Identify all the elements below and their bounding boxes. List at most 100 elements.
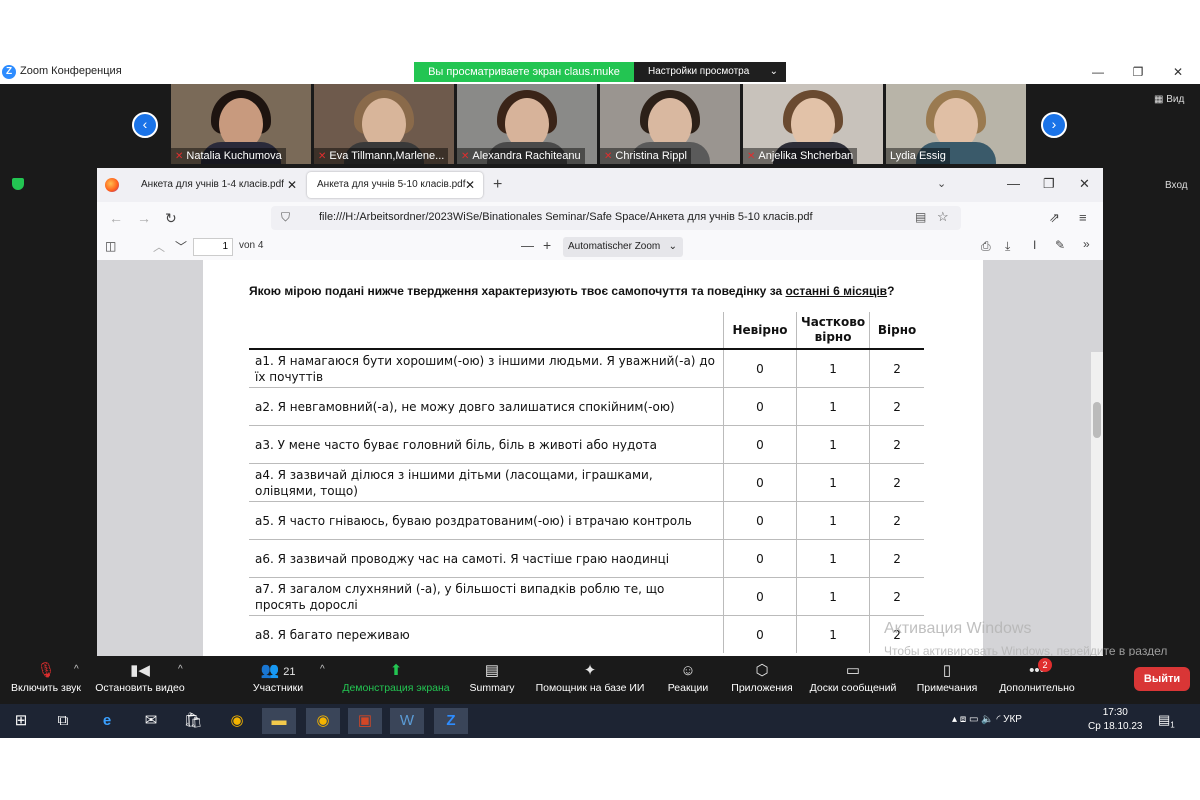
restore-icon[interactable]: ❐ [1128,64,1148,80]
table-row: а4. Я зазвичай ділюся з іншими дітьми (л… [249,463,925,502]
question-text: а2. Я невгамовний(-а), не можу довго зал… [249,387,724,426]
battery-icon[interactable]: ▭ [969,714,978,725]
edge-browser-icon[interactable]: e [90,708,124,734]
zoom-logo-icon: Z [2,65,16,79]
pdf-page: Якою мірою подані нижче твердження харак… [203,260,983,656]
participant-tile[interactable]: ✕ Natalia Kuchumova [171,84,311,164]
zoom-select[interactable]: Automatischer Zoom ⌄ [563,237,683,257]
participant-count: 21 [283,666,296,678]
minimize-icon[interactable]: — [1088,64,1108,80]
whiteboard-icon: ▭ [845,662,861,679]
participant-tile[interactable]: ✕ Alexandra Rachiteanu [457,84,597,164]
apps-button[interactable]: ⬡ Приложения [728,660,796,694]
table-row: а7. Я загалом слухняний (-а), у більшост… [249,577,925,616]
mail-icon[interactable]: ✉ [134,708,168,734]
column-header: Невірно [723,312,797,350]
score-cell: 0 [723,425,797,464]
view-button[interactable]: ▦ Вид [1154,94,1184,105]
security-shield-icon[interactable] [12,178,24,190]
column-header: Вірно [869,312,925,350]
close-tab-icon[interactable]: ✕ [287,172,297,198]
heading-underlined-text: останні 6 місяців [785,284,888,298]
tab-pdf-1-4[interactable]: Анкета для учнів 1-4 класів.pdf ✕ [131,172,305,198]
save-icon[interactable]: ⤓ [1005,239,1010,254]
notes-button[interactable]: ▯ Примечания [914,660,980,694]
participant-tile[interactable]: Lydia Essig [886,84,1026,164]
view-settings-button[interactable]: Настройки просмотра ⌄ [634,62,786,82]
chrome-icon[interactable]: ◉ [306,708,340,734]
file-explorer-icon[interactable]: ▬ [262,708,296,734]
close-tab-icon[interactable]: ✕ [465,172,475,198]
print-icon[interactable]: ⎙ [981,239,991,254]
more-tools-icon[interactable]: » [1083,237,1090,251]
next-page-icon[interactable]: ﹀ [175,238,187,255]
more-button[interactable]: ••• Дополнительно [994,660,1080,694]
clock[interactable]: 17:30 Ср 18.10.23 [1088,706,1143,734]
sidebar-toggle-icon[interactable]: ◫ [105,239,116,253]
stop-video-button[interactable]: ▮◀ Остановить видео [94,660,186,694]
network-status-icon[interactable]: ⧈ [960,714,966,725]
close-icon[interactable]: ✕ [1168,64,1188,80]
tab-label: Анкета для учнів 5-10 класів.pdf [317,179,466,190]
back-icon[interactable]: ← [109,210,123,226]
site-info-shield-icon[interactable]: ⛉ [281,210,290,225]
score-cell: 0 [723,615,797,653]
new-tab-icon[interactable]: + [493,176,502,194]
share-screen-button[interactable]: ⬆ Демонстрация экрана [340,660,452,694]
prev-page-arrow-icon[interactable]: ‹ [132,112,158,138]
menu-icon[interactable]: ≡ [1079,210,1087,225]
next-page-arrow-icon[interactable]: › [1041,112,1067,138]
volume-icon[interactable]: 🔈 [981,714,993,725]
chevron-up-icon[interactable]: ^ [320,664,325,675]
notifications-icon[interactable]: ▤1 [1158,712,1175,730]
whiteboards-button[interactable]: ▭ Доски сообщений [806,660,900,694]
powerpoint-icon[interactable]: ▣ [348,708,382,734]
tab-pdf-5-10[interactable]: Анкета для учнів 5-10 класів.pdf ✕ [307,172,483,198]
task-view-icon[interactable]: ⧉ [46,708,80,734]
unmute-button[interactable]: 🎙 Включить звук [8,660,84,694]
participant-tile[interactable]: ✕ Christina Rippl [600,84,740,164]
participant-tile[interactable]: ✕ Anjelika Shcherban [743,84,883,164]
extensions-icon[interactable]: ⇗ [1049,210,1060,226]
draw-tool-icon[interactable]: ✎ [1055,238,1065,252]
zoom-out-icon[interactable]: — [521,238,534,253]
tab-bar: Анкета для учнів 1-4 класів.pdf ✕ Анкета… [97,168,1103,202]
page-number-input[interactable]: 1 [193,238,233,256]
store-icon[interactable]: 🛍 [176,708,210,734]
reload-icon[interactable]: ↻ [165,210,177,227]
url-field[interactable]: ⛉ file:///H:/Arbeitsordner/2023WiSe/Bina… [271,206,961,230]
previous-page-icon[interactable]: ︿ [153,238,165,255]
chevron-up-icon[interactable]: ^ [74,664,79,675]
reader-view-icon[interactable]: ▤ [915,210,926,224]
chevron-down-icon[interactable]: ⌄ [937,177,946,190]
table-row: а3. У мене часто буває головний біль, бі… [249,425,925,464]
leave-button[interactable]: Выйти [1134,667,1190,691]
minimize-icon[interactable]: — [1007,176,1020,191]
ai-assistant-button[interactable]: ✦ Помощник на базе ИИ [532,660,648,694]
forward-icon[interactable]: → [137,210,151,226]
zoom-app-icon[interactable]: Z [434,708,468,734]
table-row: а1. Я намагаюся бути хорошим(-ою) з інши… [249,348,925,388]
chevron-up-icon[interactable]: ^ [178,664,183,675]
restore-icon[interactable]: ❐ [1043,176,1055,192]
text-tool-icon[interactable]: I [1033,238,1036,252]
windows-start-icon[interactable]: ⊞ [4,708,38,734]
summary-button[interactable]: ▤ Summary [466,660,518,694]
word-icon[interactable]: W [390,708,424,734]
zoom-in-icon[interactable]: + [543,237,551,253]
summary-icon: ▤ [484,662,500,679]
bookmark-star-icon[interactable]: ☆ [937,209,949,225]
chrome-icon[interactable]: ◉ [220,708,254,734]
enter-button[interactable]: Вход [1165,180,1188,191]
participants-button[interactable]: 👥 21 Участники [250,660,306,694]
chevron-up-icon[interactable]: ▴ [952,714,957,725]
participant-tile[interactable]: ✕ Eva Tillmann,Marlene... [314,84,454,164]
reactions-button[interactable]: ☺ Реакции [664,660,712,694]
language-indicator[interactable]: УКР [1003,714,1022,725]
muted-mic-icon: ✕ [747,151,756,162]
ai-assistant-icon: ✦ [583,662,597,679]
close-icon[interactable]: ✕ [1079,176,1090,192]
wifi-icon[interactable]: ◜ [996,714,1000,725]
scrollbar[interactable] [1091,352,1103,656]
scrollbar-thumb[interactable] [1093,402,1101,438]
